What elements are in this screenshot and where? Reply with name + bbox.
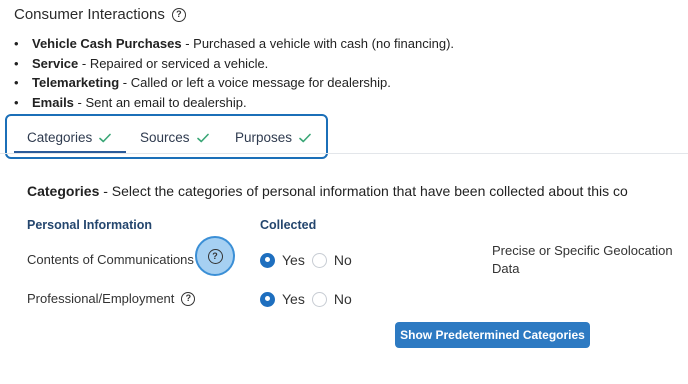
page-title-text: Consumer Interactions — [14, 6, 165, 23]
check-icon — [196, 133, 209, 142]
tab-label: Purposes — [235, 130, 293, 145]
radio-no-label: No — [333, 291, 352, 307]
page-title: Consumer Interactions ? — [14, 6, 186, 23]
radio-no-label: No — [333, 252, 352, 268]
help-icon[interactable]: ? — [207, 248, 223, 264]
radio-no[interactable] — [311, 252, 327, 268]
list-item-desc: - Purchased a vehicle with cash (no fina… — [181, 36, 455, 51]
tab-label: Categories — [27, 130, 93, 145]
list-item-term: Vehicle Cash Purchases — [32, 36, 182, 51]
help-icon[interactable]: ? — [171, 7, 186, 22]
tabs-divider — [0, 153, 688, 154]
list-item-term: Emails — [32, 94, 74, 110]
list-item: • Service - Repaired or serviced a vehicl… — [14, 55, 269, 71]
help-icon[interactable]: ? — [181, 291, 196, 306]
geolocation-category-label: Precise or Specific Geolocation Data — [492, 243, 673, 276]
column-header-collected: Collected — [260, 218, 317, 232]
list-item-desc: - Sent an email to dealership. — [73, 94, 247, 110]
radio-yes[interactable] — [260, 291, 275, 307]
list-item-desc: - Repaired or serviced a vehicle. — [78, 55, 269, 71]
tab-sources[interactable]: Sources — [140, 130, 209, 145]
list-item-term: Service — [32, 55, 79, 71]
check-icon — [299, 133, 311, 142]
row-label-text: Contents of Communications — [27, 252, 194, 267]
row-label-text: Professional/Employment — [27, 291, 175, 306]
tab-label: Sources — [140, 130, 190, 145]
list-item: • Emails - Sent an email to dealership. — [14, 94, 247, 110]
check-icon — [99, 133, 112, 142]
click-highlight: ? — [195, 236, 235, 276]
tab-categories[interactable]: Categories — [27, 130, 112, 145]
list-item: • Vehicle Cash Purchases - Purchased a ve… — [14, 36, 455, 51]
tab-purposes[interactable]: Purposes — [235, 130, 311, 145]
categories-heading: Categories - Select the categories of pe… — [27, 183, 628, 199]
radio-group-contents-of-communications: Yes No — [260, 252, 359, 268]
radio-yes[interactable] — [260, 252, 275, 268]
categories-heading-bold: Categories — [27, 183, 100, 199]
categories-heading-text: - Select the categories of personal info… — [99, 183, 628, 199]
radio-yes-label: Yes — [282, 291, 305, 307]
row-label-professional-employment: Professional/Employment ? — [27, 291, 196, 306]
list-item: • Telemarketing - Called or left a voice … — [14, 75, 391, 90]
show-predetermined-categories-button[interactable]: Show Predetermined Categories — [395, 322, 590, 348]
radio-yes-label: Yes — [282, 252, 305, 268]
list-item-term: Telemarketing — [32, 75, 120, 90]
interaction-list: • Vehicle Cash Purchases - Purchased a ve… — [14, 34, 454, 112]
list-item-desc: - Called or left a voice message for dea… — [119, 75, 391, 90]
row-label-contents-of-communications: Contents of Communications — [27, 252, 194, 267]
column-header-personal-information: Personal Information — [27, 218, 153, 232]
radio-group-professional-employment: Yes No — [260, 291, 359, 307]
radio-no[interactable] — [311, 291, 327, 307]
